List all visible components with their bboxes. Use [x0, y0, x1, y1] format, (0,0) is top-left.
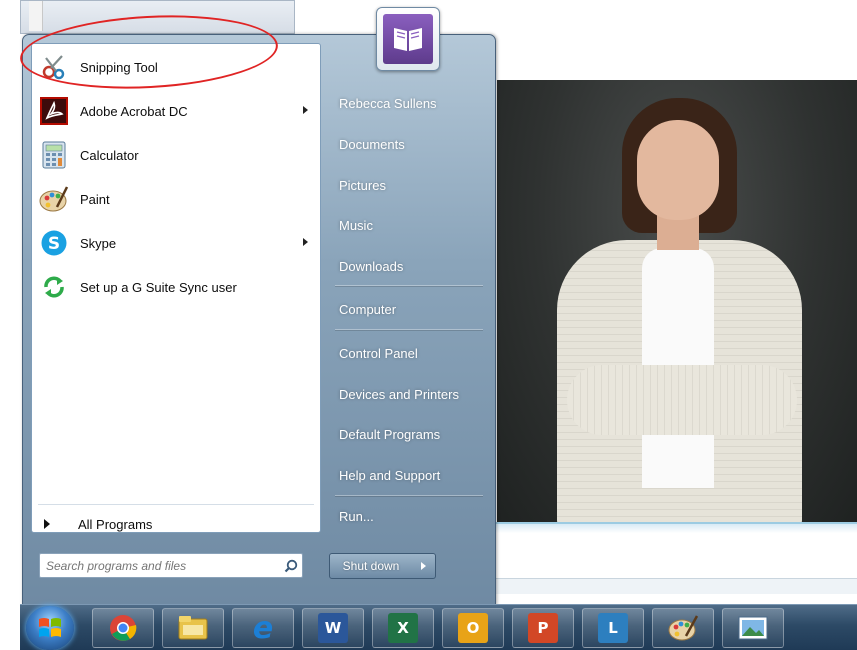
outlook-icon: O	[458, 613, 488, 643]
taskbar-chrome[interactable]	[92, 608, 154, 648]
taskbar-word[interactable]: W	[302, 608, 364, 648]
powerpoint-icon: P	[528, 613, 558, 643]
programs-pane: Snipping Tool Adobe Acrobat DC Calculato…	[18, 9, 321, 536]
sync-icon	[38, 271, 70, 303]
lync-icon: L	[598, 613, 628, 643]
program-label: Set up a G Suite Sync user	[80, 279, 237, 295]
submenu-arrow-icon[interactable]	[303, 106, 308, 114]
right-item-music[interactable]: Music	[333, 210, 483, 240]
right-item-pictures[interactable]: Pictures	[333, 170, 483, 200]
shutdown-options-button[interactable]	[412, 553, 436, 579]
right-divider	[335, 495, 483, 496]
all-programs-label: All Programs	[78, 516, 153, 532]
windows-logo-icon	[39, 618, 61, 637]
expand-arrow-icon	[44, 519, 50, 529]
program-snipping-tool[interactable]: Snipping Tool	[18, 9, 316, 95]
right-item-control-panel[interactable]: Control Panel	[333, 338, 483, 368]
program-skype[interactable]: S Skype	[36, 222, 316, 264]
right-item-downloads[interactable]: Downloads	[333, 251, 483, 281]
right-item-user-folder[interactable]: Rebecca Sullens	[333, 88, 483, 118]
taskbar-photo-viewer[interactable]	[722, 608, 784, 648]
program-paint[interactable]: Paint	[36, 178, 316, 220]
program-label: Paint	[80, 191, 110, 207]
search-icon[interactable]	[280, 556, 302, 576]
program-gsuite-sync[interactable]: Set up a G Suite Sync user	[36, 266, 316, 308]
right-item-devices-printers[interactable]: Devices and Printers	[333, 379, 483, 409]
taskbar-powerpoint[interactable]: P	[512, 608, 574, 648]
calculator-icon	[38, 139, 70, 171]
desktop-window-strip	[492, 522, 857, 600]
shutdown-button[interactable]: Shut down	[329, 553, 413, 579]
program-label: Adobe Acrobat DC	[80, 103, 188, 119]
all-programs-button[interactable]: All Programs	[40, 512, 300, 536]
search-box[interactable]	[39, 553, 303, 578]
right-item-computer[interactable]: Computer	[333, 294, 483, 324]
program-calculator[interactable]: Calculator	[36, 134, 316, 176]
start-button[interactable]	[26, 606, 74, 650]
background-scrollbar	[29, 1, 43, 31]
right-divider	[335, 329, 483, 330]
right-item-run[interactable]: Run...	[333, 501, 483, 531]
right-item-help-support[interactable]: Help and Support	[333, 460, 483, 490]
taskbar-paint[interactable]	[652, 608, 714, 648]
taskbar-outlook[interactable]: O	[442, 608, 504, 648]
taskbar-excel[interactable]: X	[372, 608, 434, 648]
taskbar-internet-explorer[interactable]: e	[232, 608, 294, 648]
program-label: Calculator	[80, 147, 139, 163]
taskbar-lync[interactable]: L	[582, 608, 644, 648]
taskbar-file-explorer[interactable]	[162, 608, 224, 648]
search-input[interactable]	[46, 555, 280, 576]
chevron-right-icon	[421, 562, 426, 570]
skype-icon: S	[38, 227, 70, 259]
internet-explorer-icon: e	[252, 610, 274, 646]
program-adobe-acrobat[interactable]: Adobe Acrobat DC	[36, 90, 316, 132]
paint-icon	[668, 615, 699, 641]
program-label: Skype	[80, 235, 117, 251]
chrome-icon	[110, 615, 137, 641]
start-menu: Snipping Tool Adobe Acrobat DC Calculato…	[18, 7, 496, 606]
photo-viewer-icon	[738, 616, 768, 640]
book-icon	[383, 14, 433, 64]
right-item-documents[interactable]: Documents	[333, 129, 483, 159]
submenu-arrow-icon[interactable]	[303, 238, 308, 246]
paint-palette-icon	[38, 183, 70, 215]
desktop-photo	[497, 80, 857, 522]
acrobat-icon	[38, 95, 70, 127]
file-explorer-icon	[178, 616, 208, 640]
right-item-default-programs[interactable]: Default Programs	[333, 419, 483, 449]
user-picture[interactable]	[376, 7, 440, 71]
divider	[38, 504, 314, 505]
right-divider	[335, 285, 483, 286]
excel-icon: X	[388, 613, 418, 643]
word-icon: W	[318, 613, 348, 643]
taskbar: e W X O P L	[20, 604, 857, 650]
svg-text:S: S	[48, 234, 60, 254]
